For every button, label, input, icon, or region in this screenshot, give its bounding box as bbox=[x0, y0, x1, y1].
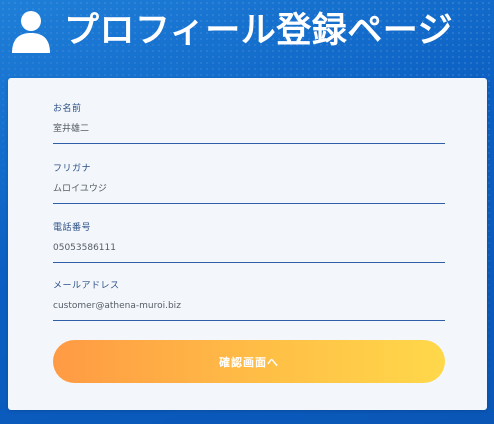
page-title: プロフィール登録ページ bbox=[64, 10, 454, 51]
email-field: メールアドレス bbox=[53, 280, 445, 321]
furigana-input[interactable] bbox=[53, 183, 445, 195]
page-header: プロフィール登録ページ bbox=[8, 0, 453, 62]
confirm-button[interactable]: 確認画面へ bbox=[53, 340, 445, 383]
email-label: メールアドレス bbox=[53, 281, 120, 291]
furigana-label: フリガナ bbox=[53, 164, 92, 174]
name-field: お名前 bbox=[53, 103, 445, 144]
profile-form: お名前 フリガナ 電話番号 メールアドレス 確認画面へ bbox=[8, 78, 487, 410]
furigana-field: フリガナ bbox=[53, 163, 445, 204]
phone-input[interactable] bbox=[53, 242, 445, 254]
name-label: お名前 bbox=[53, 104, 82, 114]
name-input[interactable] bbox=[53, 123, 445, 135]
user-icon bbox=[12, 11, 50, 53]
email-input[interactable] bbox=[53, 300, 445, 312]
phone-label: 電話番号 bbox=[53, 223, 92, 233]
phone-field: 電話番号 bbox=[53, 222, 445, 263]
